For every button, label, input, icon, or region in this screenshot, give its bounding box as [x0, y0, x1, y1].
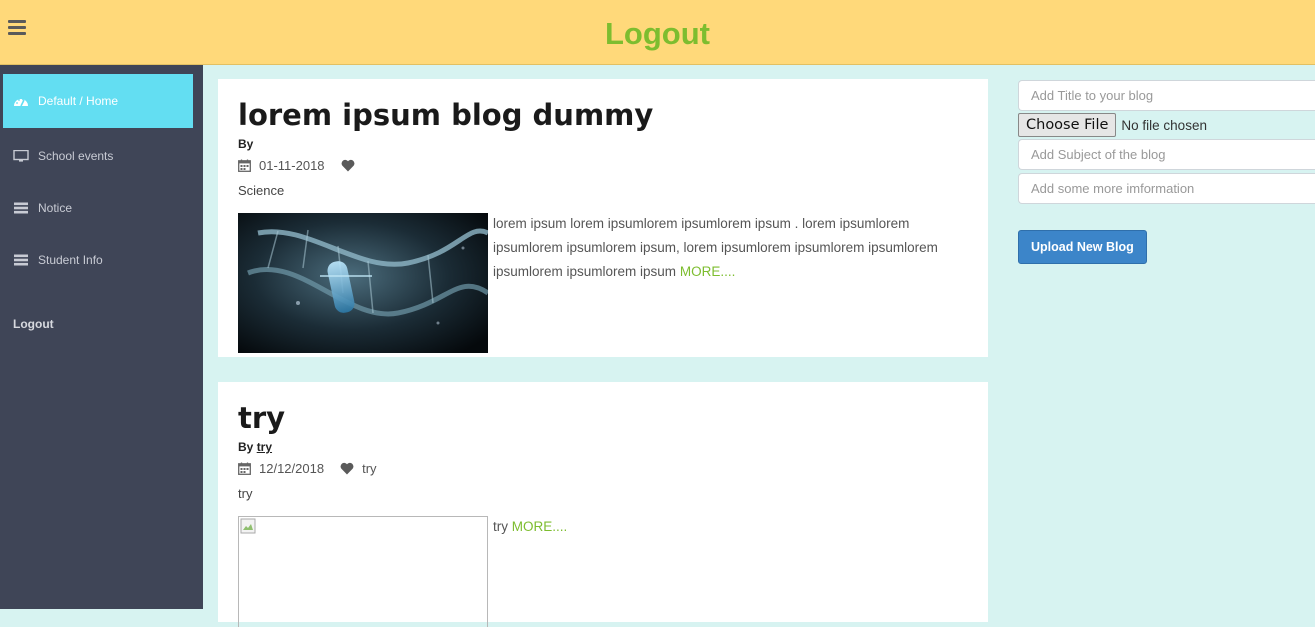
author-link[interactable]: try [257, 440, 272, 454]
sidebar-item-label: Default / Home [38, 94, 119, 108]
sidebar-logout-link[interactable]: Logout [13, 317, 54, 331]
file-status: No file chosen [1121, 117, 1207, 133]
sidebar-item-student-info[interactable]: Student Info [3, 233, 193, 287]
monitor-icon [13, 150, 29, 162]
read-more-link[interactable]: MORE.... [680, 264, 736, 279]
post-date: 12/12/2018 [259, 461, 325, 476]
post-date: 01-11-2018 [259, 158, 325, 173]
post-author: By [238, 137, 253, 151]
upload-new-blog-button[interactable]: Upload New Blog [1018, 230, 1147, 264]
calendar-icon [238, 159, 251, 172]
read-more-link[interactable]: MORE.... [512, 519, 568, 534]
post-image-dna [238, 213, 488, 353]
sidebar-item-label: Student Info [38, 253, 103, 267]
blog-info-input[interactable] [1018, 173, 1315, 204]
list-icon [14, 254, 28, 266]
blog-post-card: try By try 12/12/2018 try try try MORE..… [218, 382, 988, 627]
calendar-icon [238, 462, 251, 475]
top-header: Logout [0, 0, 1315, 65]
header-title[interactable]: Logout [0, 16, 1315, 52]
post-subject: try [238, 486, 253, 501]
blog-subject-input[interactable] [1018, 139, 1315, 170]
post-meta: 01-11-2018 [238, 158, 363, 173]
blog-post-card: lorem ipsum blog dummy By 01-11-2018 Sci… [218, 79, 988, 357]
sidebar-item-school-events[interactable]: School events [3, 129, 193, 183]
by-label: By [238, 440, 254, 454]
post-subject: Science [238, 183, 285, 198]
sidebar-item-label: School events [38, 149, 114, 163]
post-excerpt: try MORE.... [493, 515, 973, 539]
post-title: try [238, 401, 286, 435]
file-picker: Choose File No file chosen [1018, 113, 1207, 137]
post-excerpt: lorem ipsum lorem ipsumlorem ipsumlorem … [493, 212, 973, 284]
heart-icon[interactable] [340, 462, 354, 475]
post-author: By try [238, 440, 272, 454]
sidebar-item-notice[interactable]: Notice [3, 181, 193, 235]
post-likes: try [362, 461, 377, 476]
sidebar-item-home[interactable]: Default / Home [3, 74, 193, 128]
dashboard-icon [14, 98, 28, 107]
choose-file-button[interactable]: Choose File [1018, 113, 1117, 137]
post-title: lorem ipsum blog dummy [238, 98, 654, 132]
broken-image-icon [240, 518, 256, 534]
sidebar-item-label: Notice [38, 201, 73, 215]
sidebar: Default / Home School events Notice Stud… [0, 65, 203, 609]
heart-icon[interactable] [341, 159, 355, 172]
blog-title-input[interactable] [1018, 80, 1315, 111]
post-image-broken [238, 516, 488, 627]
by-label: By [238, 137, 254, 151]
excerpt-text: try [493, 519, 508, 534]
list-icon [14, 202, 28, 214]
post-meta: 12/12/2018 try [238, 461, 377, 476]
